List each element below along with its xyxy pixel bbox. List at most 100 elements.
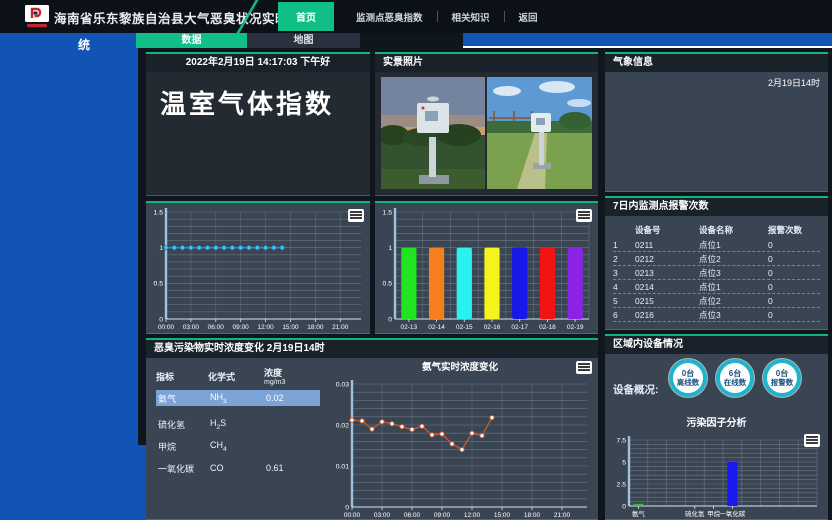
panel-weather-info: 气象信息 2月19日14时 bbox=[605, 52, 828, 192]
svg-text:09:00: 09:00 bbox=[434, 512, 451, 519]
svg-text:氨气: 氨气 bbox=[632, 509, 646, 518]
svg-text:1.5: 1.5 bbox=[154, 209, 164, 216]
offline-count-value: 0台 bbox=[682, 369, 694, 378]
svg-text:02-18: 02-18 bbox=[539, 324, 556, 331]
alarm-table-row: 60216点位30 bbox=[613, 308, 820, 322]
dashboard-root: 海南省乐东黎族自治县大气恶臭状况实时发布系 首页 监测点恶臭指数 相关知识 返回… bbox=[0, 0, 832, 520]
alarm-table-row: 50215点位20 bbox=[613, 294, 820, 308]
alarm-count-badge: 0台 报警数 bbox=[763, 359, 801, 397]
daily-index-bar-chart: 00.511.502-1302-1402-1502-1602-1702-1802… bbox=[375, 203, 596, 332]
weather-panel-title: 气象信息 bbox=[605, 54, 828, 72]
device-status-circles: 0台 离线数 6台 在线数 0台 报警数 bbox=[669, 359, 801, 397]
svg-text:00:00: 00:00 bbox=[344, 512, 361, 519]
nav-item-odor-index[interactable]: 监测点恶臭指数 bbox=[342, 10, 437, 24]
alarm-table: 设备号设备名称报警次数10211点位1020212点位2030213点位3040… bbox=[613, 222, 820, 322]
svg-text:09:00: 09:00 bbox=[233, 324, 250, 331]
svg-text:0.01: 0.01 bbox=[336, 463, 349, 470]
offline-count-badge: 0台 离线数 bbox=[669, 359, 707, 397]
panel-daily-index-chart: 00.511.502-1302-1402-1502-1602-1702-1802… bbox=[375, 201, 598, 334]
odor-panel-title: 恶臭污染物实时浓度变化 2月19日14时 bbox=[146, 340, 598, 358]
site-photo-field bbox=[487, 77, 592, 189]
svg-text:1: 1 bbox=[388, 245, 392, 252]
app-logo-icon bbox=[24, 4, 50, 29]
header: 海南省乐东黎族自治县大气恶臭状况实时发布系 首页 监测点恶臭指数 相关知识 返回 bbox=[0, 0, 832, 33]
pollutant-row[interactable]: 甲烷CH4 bbox=[156, 438, 320, 454]
greenhouse-index-headline: 温室气体指数 bbox=[160, 84, 334, 121]
devices-panel-title: 区域内设备情况 bbox=[605, 336, 828, 354]
offline-count-label: 离线数 bbox=[677, 378, 700, 387]
svg-text:02-14: 02-14 bbox=[428, 324, 445, 331]
svg-text:一氧化碳: 一氧化碳 bbox=[719, 509, 746, 518]
pollutant-row[interactable]: 一氧化碳CO0.61 bbox=[156, 460, 320, 476]
chart-toolbox-icon[interactable] bbox=[576, 209, 592, 222]
svg-text:15:00: 15:00 bbox=[282, 324, 299, 331]
nav-item-home[interactable]: 首页 bbox=[278, 2, 334, 31]
panel-alarm-counts: 7日内监测点报警次数 设备号设备名称报警次数10211点位1020212点位20… bbox=[605, 196, 828, 330]
svg-text:0.02: 0.02 bbox=[336, 422, 349, 429]
device-overview-label: 设备概况: bbox=[613, 382, 659, 397]
svg-text:15:00: 15:00 bbox=[494, 512, 511, 519]
nav-item-knowledge[interactable]: 相关知识 bbox=[438, 10, 504, 24]
panel-site-photos: 实景照片 bbox=[375, 52, 598, 196]
photo-strip bbox=[381, 77, 592, 189]
pollution-factor-bar-chart: 02.557.5氨气硫化氢甲烷一氧化碳 bbox=[609, 431, 824, 519]
nav-item-back[interactable]: 返回 bbox=[505, 10, 552, 24]
svg-text:12:00: 12:00 bbox=[257, 324, 274, 331]
svg-text:7.5: 7.5 bbox=[617, 437, 627, 444]
sidebar: 统 bbox=[0, 33, 138, 520]
pollutant-table: 指标化学式浓度mg/m3 氨气NH30.02 硫化氢H2S 甲烷CH4 一氧化碳CO0.… bbox=[156, 366, 320, 482]
photos-panel-title: 实景照片 bbox=[375, 54, 598, 72]
panel-index-trend-chart: 00.511.500:0003:0006:0009:0012:0015:0018… bbox=[146, 201, 370, 334]
svg-text:03:00: 03:00 bbox=[374, 512, 391, 519]
alarm-table-row: 40214点位10 bbox=[613, 280, 820, 294]
chart-toolbox-icon[interactable] bbox=[576, 361, 592, 374]
svg-text:00:00: 00:00 bbox=[158, 324, 175, 331]
svg-text:2.5: 2.5 bbox=[617, 481, 627, 488]
svg-text:5: 5 bbox=[622, 459, 626, 466]
svg-text:0: 0 bbox=[159, 316, 163, 323]
svg-text:硫化氢: 硫化氢 bbox=[685, 509, 705, 518]
svg-text:02-13: 02-13 bbox=[401, 324, 418, 331]
svg-text:12:00: 12:00 bbox=[464, 512, 481, 519]
chart-toolbox-icon[interactable] bbox=[348, 209, 364, 222]
pollutant-row[interactable]: 氨气NH30.02 bbox=[156, 390, 320, 406]
svg-text:0: 0 bbox=[388, 316, 392, 323]
alarm-table-header: 设备号设备名称报警次数 bbox=[613, 222, 820, 238]
pollutant-row[interactable]: 硫化氢H2S bbox=[156, 416, 320, 432]
svg-text:0.5: 0.5 bbox=[154, 281, 164, 288]
svg-text:02-15: 02-15 bbox=[456, 324, 473, 331]
pollution-factor-title: 污染因子分析 bbox=[605, 414, 828, 429]
site-photo-dusk bbox=[381, 77, 485, 189]
panel-area-devices: 区域内设备情况 设备概况: 0台 离线数 6台 在线数 0台 报警数 污染因子分… bbox=[605, 334, 828, 520]
svg-text:21:00: 21:00 bbox=[332, 324, 349, 331]
alarm-count-label: 报警数 bbox=[771, 378, 794, 387]
svg-text:0: 0 bbox=[622, 503, 626, 510]
greenhouse-index-line-chart: 00.511.500:0003:0006:0009:0012:0015:0018… bbox=[146, 203, 368, 332]
svg-text:06:00: 06:00 bbox=[404, 512, 421, 519]
svg-text:06:00: 06:00 bbox=[208, 324, 225, 331]
svg-text:03:00: 03:00 bbox=[183, 324, 200, 331]
svg-text:21:00: 21:00 bbox=[554, 512, 571, 519]
datetime-text: 2022年2月19日 14:17:03 下午好 bbox=[146, 54, 370, 72]
title-wrap-char: 统 bbox=[78, 36, 90, 53]
svg-text:0.5: 0.5 bbox=[383, 281, 393, 288]
svg-text:0: 0 bbox=[345, 504, 349, 511]
svg-text:1.5: 1.5 bbox=[383, 209, 393, 216]
online-count-badge: 6台 在线数 bbox=[716, 359, 754, 397]
tab-data[interactable]: 数据 bbox=[136, 33, 247, 48]
top-blue-bar-decoration bbox=[463, 33, 832, 48]
svg-text:18:00: 18:00 bbox=[524, 512, 541, 519]
nh3-chart-area: 氨气实时浓度变化 00.010.020.0300:0003:0006:0009:… bbox=[326, 360, 594, 519]
online-count-value: 6台 bbox=[729, 369, 741, 378]
chart-toolbox-icon[interactable] bbox=[804, 434, 820, 447]
svg-text:18:00: 18:00 bbox=[307, 324, 324, 331]
nh3-line-chart: 00.010.020.0300:0003:0006:0009:0012:0015… bbox=[326, 375, 594, 520]
tab-map[interactable]: 地图 bbox=[247, 33, 360, 48]
nh3-chart-title: 氨气实时浓度变化 bbox=[326, 360, 594, 375]
alarm-table-row: 10211点位10 bbox=[613, 238, 820, 252]
panel-odor-pollutants: 恶臭污染物实时浓度变化 2月19日14时 指标化学式浓度mg/m3 氨气NH30.… bbox=[146, 338, 598, 520]
svg-text:02-19: 02-19 bbox=[567, 324, 584, 331]
main-nav: 首页 监测点恶臭指数 相关知识 返回 bbox=[278, 0, 552, 33]
pollutant-table-header: 指标化学式浓度mg/m3 bbox=[156, 366, 320, 386]
alarms-panel-title: 7日内监测点报警次数 bbox=[605, 198, 828, 216]
